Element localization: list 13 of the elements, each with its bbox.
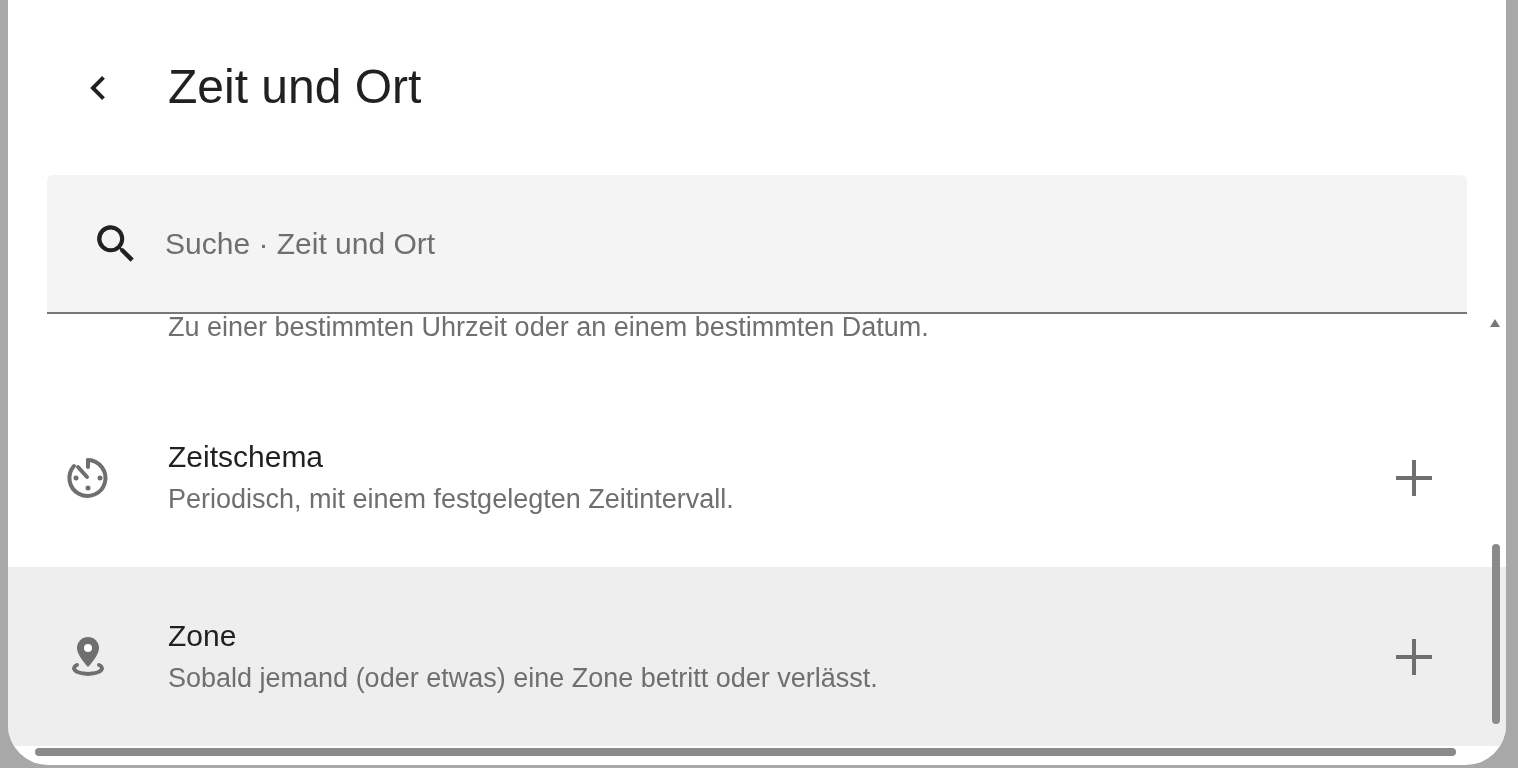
back-icon [89,75,105,100]
vertical-scrollbar[interactable] [1492,544,1500,724]
item-title: Zeitschema [168,440,325,474]
horizontal-scrollbar[interactable] [35,748,1456,756]
item-description: Sobald jemand (oder etwas) eine Zone betritt oder verlässt. [168,663,879,694]
search-field[interactable]: Suche · Zeit und Ort [165,226,1467,261]
dialog-title: Zeit und Ort [168,59,422,114]
item-description: Periodisch, mit einem festgelegten Zeitintervall. [168,484,735,515]
item-description: Zu einer bestimmten Uhrzeit oder an einem bestimmten Datum. [168,312,929,343]
scroll-up-icon[interactable] [1490,319,1500,327]
list-item[interactable]: Zeitschema Periodisch, mit einem festgelegten Zeitintervall. [8,388,1506,567]
item-title: Zone [168,619,238,653]
list-item[interactable]: Zone Sobald jemand (oder etwas) eine Zone betritt oder verlässt. [8,567,1506,746]
